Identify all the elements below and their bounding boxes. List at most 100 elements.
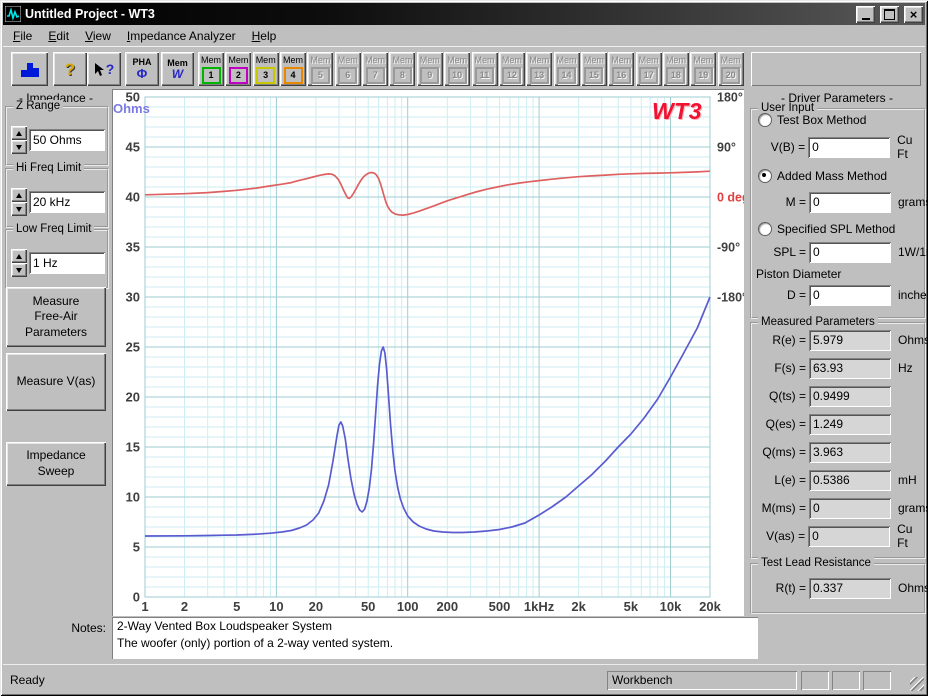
low-freq-up-button[interactable]	[11, 249, 27, 263]
phase-toggle-button[interactable]: PHA Φ	[125, 52, 159, 86]
mem-number-box: 19	[694, 67, 713, 84]
mem-7-button: Mem7	[362, 52, 388, 86]
mem-4-button[interactable]: Mem4	[280, 52, 306, 86]
mass-field[interactable]	[809, 192, 891, 213]
hi-freq-down-button[interactable]	[11, 202, 27, 216]
mem-label: Mem	[475, 56, 495, 65]
rt-field-row: R(t) = Ohms	[750, 577, 928, 599]
measured-row: V(as) =Cu Ft	[750, 525, 926, 547]
measured-row: R(e) =Ohms	[750, 329, 928, 351]
low-freq-field[interactable]	[29, 252, 105, 274]
spl-field-row: SPL = 1W/1m	[750, 241, 928, 263]
phi-icon: Φ	[137, 67, 148, 80]
radio-label: Specified SPL Method	[777, 222, 895, 236]
chart-display-button[interactable]	[11, 52, 48, 86]
mem-label: Mem	[201, 56, 221, 65]
spl-method-radio-row[interactable]: Specified SPL Method	[758, 221, 895, 237]
measured-row: Q(es) =	[750, 413, 898, 435]
spl-field[interactable]	[809, 242, 891, 263]
impedance-sweep-button[interactable]: Impedance Sweep	[6, 442, 106, 486]
mem-3-button[interactable]: Mem3	[253, 52, 279, 86]
mem-number-box: 20	[721, 67, 740, 84]
notes-label: Notes:	[36, 621, 106, 635]
test-box-method-radio-row[interactable]: Test Box Method	[758, 112, 866, 128]
menu-help[interactable]: Help	[244, 26, 285, 46]
menu-file[interactable]: File	[5, 26, 40, 46]
mem-number-box: 14	[557, 67, 576, 84]
mem-number-box: 16	[612, 67, 631, 84]
maximize-button[interactable]	[880, 6, 899, 23]
frequency-tick-label: 20	[309, 599, 323, 614]
help-button[interactable]: ?	[53, 52, 87, 86]
mem-9-button: Mem9	[417, 52, 443, 86]
param-name: V(as) =	[750, 529, 808, 543]
measured-row: Q(ts) =	[750, 385, 898, 407]
context-help-button[interactable]: ?	[87, 52, 121, 86]
param-value-field[interactable]	[809, 414, 891, 435]
z-range-field[interactable]	[29, 129, 105, 151]
menu-view[interactable]: View	[77, 26, 119, 46]
ohms-tick-label: 0	[133, 590, 140, 605]
frequency-tick-label: 2	[181, 599, 188, 614]
mem-number-box: 10	[448, 67, 467, 84]
radio-button[interactable]	[758, 222, 772, 236]
param-value-field[interactable]	[809, 358, 891, 379]
status-panel-1	[801, 671, 829, 690]
mem-12-button: Mem12	[499, 52, 525, 86]
param-value-field[interactable]	[809, 498, 891, 519]
resize-grip[interactable]	[910, 677, 924, 691]
mem-number-box: 17	[639, 67, 658, 84]
memory-working-button[interactable]: Mem W	[161, 52, 194, 86]
added-mass-method-radio-row[interactable]: Added Mass Method	[758, 168, 887, 184]
param-value-field[interactable]	[809, 442, 891, 463]
driver-parameters-panel: - Driver Parameters - User Input Test Bo…	[748, 89, 926, 616]
mem-label: Mem	[447, 56, 467, 65]
minimize-button[interactable]	[856, 6, 875, 23]
measure-free-air-button[interactable]: Measure Free-Air Parameters	[6, 287, 106, 347]
ohms-tick-label: 5	[133, 540, 140, 555]
title-bar[interactable]: Untitled Project - WT3 ×	[3, 3, 925, 25]
close-icon: ×	[910, 8, 918, 21]
low-freq-down-button[interactable]	[11, 263, 27, 277]
radio-button[interactable]	[758, 113, 772, 127]
mem-2-button[interactable]: Mem2	[225, 52, 251, 86]
param-value-field[interactable]	[809, 330, 891, 351]
wt3-logo: WT3	[652, 98, 702, 124]
hi-freq-up-button[interactable]	[11, 188, 27, 202]
frequency-tick-label: 100	[397, 599, 419, 614]
measured-row: M(ms) =grams	[750, 497, 928, 519]
param-value-field[interactable]	[809, 386, 891, 407]
chart-canvas: 05101520253035404550Ohms1251020501002005…	[112, 89, 744, 616]
close-button[interactable]: ×	[904, 6, 923, 23]
mem-11-button: Mem11	[472, 52, 498, 86]
radio-label: Test Box Method	[777, 113, 866, 127]
app-window: Untitled Project - WT3 × File Edit View …	[0, 0, 928, 696]
mem-number-box: 3	[256, 67, 275, 84]
menu-edit[interactable]: Edit	[40, 26, 77, 46]
radio-button[interactable]	[758, 169, 772, 183]
z-range-group: Z Range	[5, 106, 109, 166]
ohms-tick-label: 35	[126, 240, 140, 255]
mem-1-button[interactable]: Mem1	[198, 52, 224, 86]
mem-number-box: 15	[584, 67, 603, 84]
rt-unit: Ohms	[891, 581, 928, 595]
hi-freq-field[interactable]	[29, 191, 105, 213]
rt-field[interactable]	[809, 578, 891, 599]
menu-impedance-analyzer[interactable]: Impedance Analyzer	[119, 26, 244, 46]
mass-unit: grams	[891, 195, 928, 209]
diameter-field[interactable]	[809, 285, 891, 306]
bar-chart-icon	[19, 60, 41, 78]
param-value-field[interactable]	[809, 470, 891, 491]
param-value-field[interactable]	[808, 526, 890, 547]
cursor-arrow-icon	[94, 62, 105, 77]
phase-tick-label: 0 deg	[717, 191, 744, 205]
notes-textarea[interactable]: 2-Way Vented Box Loudspeaker System The …	[112, 617, 758, 659]
vb-field[interactable]	[808, 137, 890, 158]
z-range-down-button[interactable]	[11, 140, 27, 154]
measured-row: Q(ms) =	[750, 441, 898, 463]
measured-parameters-label: Measured Parameters	[758, 316, 878, 328]
measured-row: F(s) =Hz	[750, 357, 913, 379]
z-range-up-button[interactable]	[11, 126, 27, 140]
z-range-spinner	[11, 126, 27, 154]
measure-vas-button[interactable]: Measure V(as)	[6, 353, 106, 411]
